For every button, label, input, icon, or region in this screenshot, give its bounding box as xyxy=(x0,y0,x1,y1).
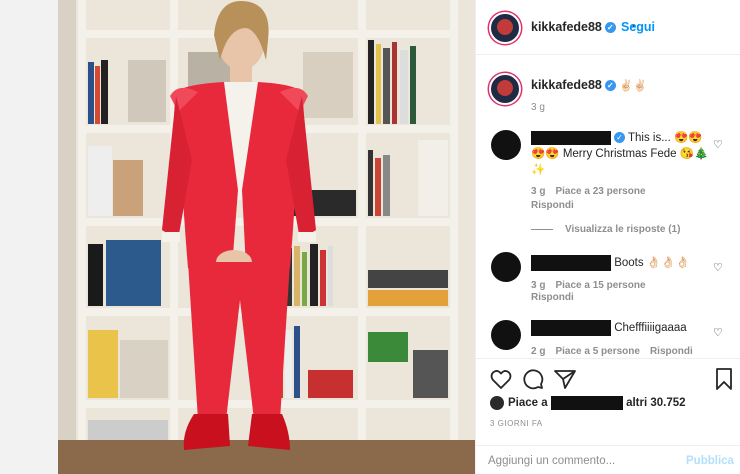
comment-text-line: 😍😍 Merry Christmas Fede 😘🎄 xyxy=(531,148,709,160)
comment-text: ✓ This is... 😍😍 😍😍 Merry Christmas Fede … xyxy=(531,130,708,178)
comment-time[interactable]: 3 g xyxy=(531,186,545,197)
bookmark-icon[interactable] xyxy=(712,367,736,391)
comment-avatar[interactable] xyxy=(491,130,521,160)
caption-time[interactable]: 3 g xyxy=(531,102,545,113)
view-replies-button[interactable]: Visualizza le risposte (1) xyxy=(531,224,680,235)
comment-time[interactable]: 3 g xyxy=(531,280,545,291)
reply-button[interactable]: Rispondi xyxy=(650,346,693,357)
comment-like-icon[interactable]: ♡ xyxy=(713,138,723,151)
redacted-username xyxy=(550,396,623,410)
add-comment-bar: Pubblica xyxy=(476,445,740,474)
redacted-username xyxy=(531,255,611,271)
comment-text: Chefffiiiigaaaa xyxy=(531,320,687,336)
post-side-panel: kikkafede88 ✓ • Segui kikkafede88 ✓ ✌🏻✌🏻 3… xyxy=(475,0,740,474)
caption-username-text[interactable]: kikkafede88 xyxy=(531,78,602,92)
comment-likes[interactable]: Piace a 5 persone xyxy=(555,346,640,357)
comment-avatar[interactable] xyxy=(491,320,521,350)
caption-text: ✌🏻✌🏻 xyxy=(619,80,647,92)
comment-time[interactable]: 2 g xyxy=(531,346,545,357)
comment-avatar[interactable] xyxy=(491,252,521,282)
redacted-username xyxy=(531,130,611,145)
publish-button[interactable]: Pubblica xyxy=(686,455,734,467)
share-icon[interactable] xyxy=(553,367,577,391)
comment-meta: 2 g Piace a 5 persone Rispondi xyxy=(531,346,703,357)
likes-count[interactable]: altri 30.752 xyxy=(626,397,685,409)
comment-likes[interactable]: Piace a 23 persone xyxy=(555,186,645,197)
post-timestamp[interactable]: 3 GIORNI FA xyxy=(490,419,543,428)
author-username-text[interactable]: kikkafede88 xyxy=(531,20,602,34)
author-avatar[interactable] xyxy=(489,12,521,44)
reply-button[interactable]: Rispondi xyxy=(531,200,574,211)
post-header: kikkafede88 ✓ • Segui xyxy=(476,0,740,55)
view-replies-label[interactable]: Visualizza le risposte (1) xyxy=(565,224,680,235)
liker-avatar xyxy=(490,396,504,410)
page-backdrop xyxy=(0,0,58,474)
verified-icon: ✓ xyxy=(604,22,616,34)
heart-icon[interactable] xyxy=(489,367,513,391)
comment-icon[interactable] xyxy=(521,367,545,391)
comment-meta: 3 g Piace a 15 persone xyxy=(531,280,656,291)
verified-icon: ✓ xyxy=(604,80,616,92)
caption-avatar[interactable] xyxy=(489,73,521,105)
comment-text-line: Chefffiiiigaaaa xyxy=(614,322,687,335)
comment-text: Boots 👌🏻👌🏻👌🏻 xyxy=(531,255,690,271)
redacted-username xyxy=(531,320,611,336)
post-photo[interactable] xyxy=(58,0,475,474)
reply-button[interactable]: Rispondi xyxy=(531,292,574,303)
likes-summary[interactable]: Piace a altri 30.752 xyxy=(490,396,686,410)
caption-username: kikkafede88 ✓ ✌🏻✌🏻 xyxy=(531,78,647,92)
comment-like-icon[interactable]: ♡ xyxy=(713,326,723,339)
comment-meta: 3 g Piace a 23 persone xyxy=(531,186,656,197)
comment-input[interactable] xyxy=(488,452,668,470)
photo-illustration xyxy=(58,0,475,474)
follow-button[interactable]: Segui xyxy=(621,20,655,34)
comment-likes[interactable]: Piace a 15 persone xyxy=(555,280,645,291)
author-username[interactable]: kikkafede88 ✓ xyxy=(531,20,616,34)
verified-icon: ✓ xyxy=(614,132,625,144)
divider-line xyxy=(531,228,553,230)
comment-text-line: Boots 👌🏻👌🏻👌🏻 xyxy=(614,257,690,270)
likes-prefix: Piace a xyxy=(508,397,548,410)
comment-like-icon[interactable]: ♡ xyxy=(713,261,723,274)
comment-text-line: This is... 😍😍 xyxy=(628,132,703,144)
post-actions: Piace a altri 30.752 3 GIORNI FA Pubblic… xyxy=(476,358,740,474)
comment-text-line: ✨ xyxy=(531,164,546,176)
